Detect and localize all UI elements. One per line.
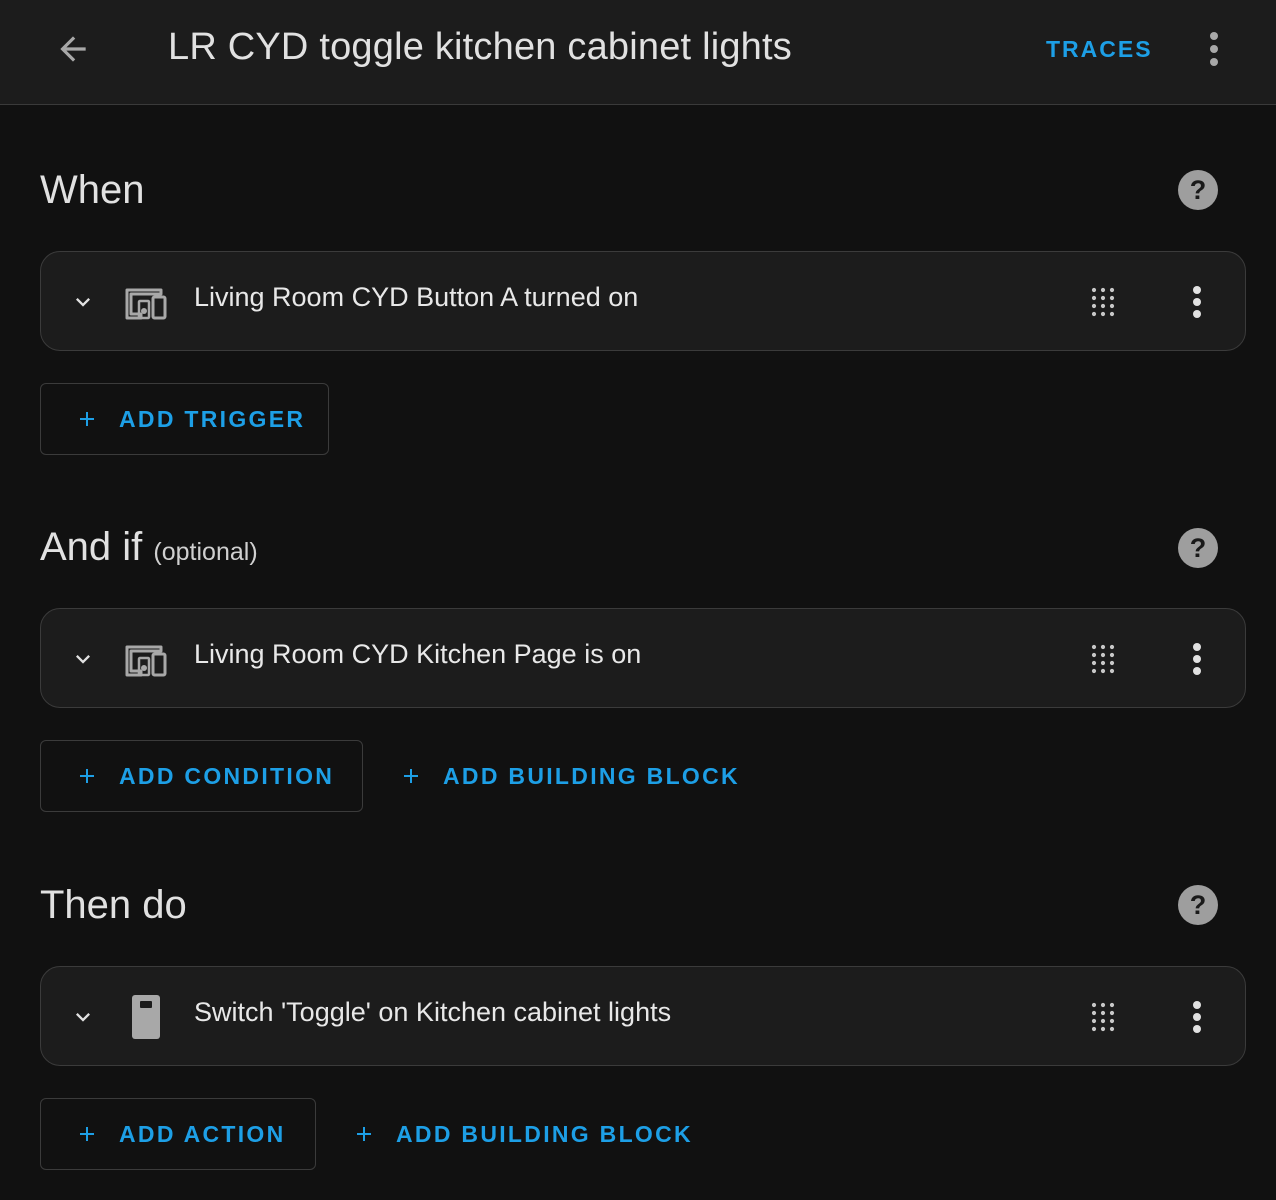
svg-text:?: ? [1190, 890, 1207, 920]
traces-button[interactable]: TRACES [1032, 28, 1167, 70]
arrow-left-icon [60, 36, 86, 62]
triggers-heading-text: When [40, 168, 145, 212]
plus-icon [75, 1122, 99, 1146]
overflow-menu-button[interactable] [1190, 24, 1238, 74]
add-building-block-button[interactable]: ADD BUILDING BLOCK [352, 1098, 693, 1170]
add-condition-label: ADD CONDITION [119, 762, 335, 789]
action-label: Switch 'Toggle' on Kitchen cabinet light… [194, 997, 672, 1027]
action-row[interactable]: Switch 'Toggle' on Kitchen cabinet light… [40, 966, 1246, 1066]
add-building-block-label: ADD BUILDING BLOCK [396, 1120, 693, 1147]
chevron-down-icon[interactable] [63, 639, 103, 679]
add-building-block-label: ADD BUILDING BLOCK [443, 762, 740, 789]
add-action-button[interactable]: ADD ACTION [40, 1098, 316, 1170]
help-icon[interactable]: ? [1177, 169, 1219, 211]
optional-label: (optional) [153, 538, 258, 566]
help-icon[interactable]: ? [1177, 884, 1219, 926]
svg-text:?: ? [1190, 533, 1207, 563]
condition-row[interactable]: Living Room CYD Kitchen Page is on [40, 608, 1246, 708]
add-action-label: ADD ACTION [119, 1120, 286, 1147]
actions-heading-text: Then do [40, 883, 187, 927]
top-app-bar: LR CYD toggle kitchen cabinet lights TRA… [0, 0, 1276, 105]
add-condition-button[interactable]: ADD CONDITION [40, 740, 363, 812]
add-building-block-button[interactable]: ADD BUILDING BLOCK [399, 740, 740, 812]
trigger-row[interactable]: Living Room CYD Button A turned on [40, 251, 1246, 351]
plus-icon [75, 764, 99, 788]
add-trigger-label: ADD TRIGGER [119, 405, 306, 432]
devices-icon [121, 280, 171, 324]
chevron-down-icon[interactable] [63, 997, 103, 1037]
drag-handle-icon[interactable] [1081, 995, 1125, 1039]
more-vertical-icon [1210, 32, 1218, 66]
plus-icon [352, 1122, 376, 1146]
add-trigger-button[interactable]: ADD TRIGGER [40, 383, 329, 455]
trigger-label: Living Room CYD Button A turned on [194, 282, 639, 312]
chevron-down-icon[interactable] [63, 282, 103, 322]
drag-handle-icon[interactable] [1081, 637, 1125, 681]
plus-icon [399, 764, 423, 788]
more-vertical-icon [1193, 1001, 1201, 1033]
back-button[interactable] [44, 20, 102, 78]
condition-label: Living Room CYD Kitchen Page is on [194, 639, 642, 669]
conditions-heading: And if (optional) [40, 525, 258, 570]
condition-menu-button[interactable] [1175, 635, 1219, 683]
more-vertical-icon [1193, 286, 1201, 318]
svg-text:?: ? [1190, 175, 1207, 205]
conditions-heading-text: And if [40, 525, 143, 569]
page-title: LR CYD toggle kitchen cabinet lights [168, 26, 792, 68]
trigger-menu-button[interactable] [1175, 278, 1219, 326]
action-menu-button[interactable] [1175, 993, 1219, 1041]
plus-icon [75, 407, 99, 431]
drag-handle-icon[interactable] [1081, 280, 1125, 324]
more-vertical-icon [1193, 643, 1201, 675]
light-switch-icon [121, 995, 171, 1039]
actions-heading: Then do [40, 883, 187, 928]
devices-icon [121, 637, 171, 681]
triggers-heading: When [40, 168, 145, 213]
help-icon[interactable]: ? [1177, 527, 1219, 569]
